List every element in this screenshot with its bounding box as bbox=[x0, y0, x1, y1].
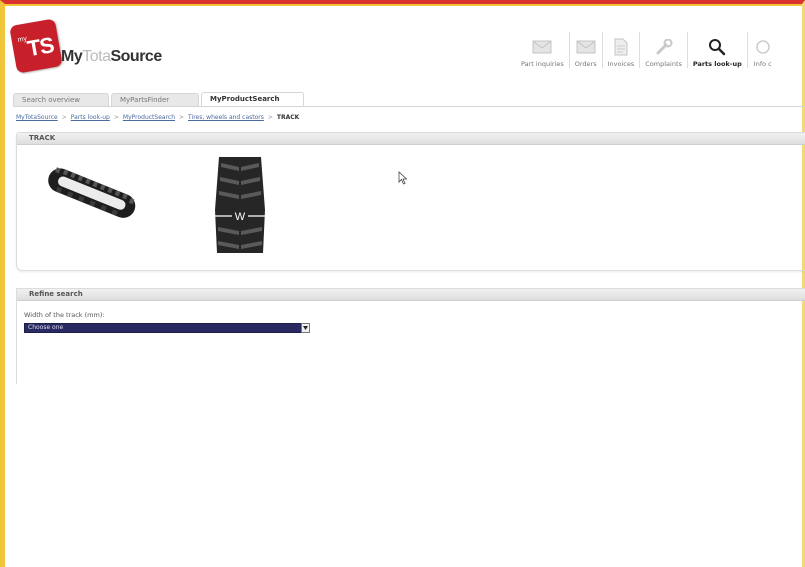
search-tabs: Search overview MyPartsFinder MyProductS… bbox=[13, 92, 306, 106]
breadcrumb-separator: > bbox=[179, 114, 185, 121]
track-panel-title: TRACK bbox=[17, 133, 805, 145]
logo-wordmark: MyTotaSource bbox=[61, 48, 162, 66]
nav-invoices-label: Invoices bbox=[607, 60, 635, 68]
info-icon bbox=[753, 39, 773, 55]
nav-invoices[interactable]: Invoices bbox=[601, 32, 640, 68]
tab-mypartsfinder[interactable]: MyPartsFinder bbox=[111, 93, 199, 106]
track-width-label: Width of the track (mm): bbox=[24, 311, 105, 319]
nav-parts-look-up[interactable]: Parts look-up bbox=[686, 32, 747, 68]
search-icon bbox=[707, 39, 727, 56]
breadcrumb-link-home[interactable]: MyTotaSource bbox=[16, 114, 58, 121]
refine-search-title: Refine search bbox=[17, 289, 805, 301]
logo-badge: my TS bbox=[9, 18, 63, 74]
tab-search-overview[interactable]: Search overview bbox=[13, 93, 109, 106]
breadcrumb-separator: > bbox=[267, 114, 273, 121]
logo-badge-text: TS bbox=[25, 32, 56, 62]
breadcrumb-separator: > bbox=[113, 114, 119, 121]
nav-info[interactable]: Info c bbox=[746, 32, 778, 68]
nav-info-label: Info c bbox=[753, 60, 772, 68]
nav-part-inquiries[interactable]: Part inquiries bbox=[516, 32, 569, 68]
chevron-down-icon[interactable] bbox=[301, 323, 310, 333]
mytotasource-logo[interactable]: my TS MyTotaSource bbox=[9, 18, 162, 74]
top-navigation: Part inquiries Orders Invoices Complaint… bbox=[516, 32, 778, 72]
nav-orders[interactable]: Orders bbox=[568, 32, 602, 68]
wrench-icon bbox=[654, 39, 674, 55]
nav-part-inquiries-label: Part inquiries bbox=[521, 60, 564, 68]
track-width-image[interactable]: W bbox=[205, 155, 275, 255]
breadcrumb-link-tires-wheels-castors[interactable]: Tires, wheels and castors bbox=[188, 114, 264, 121]
breadcrumb-link-parts-look-up[interactable]: Parts look-up bbox=[71, 114, 110, 121]
track-width-select-value: Choose one bbox=[28, 324, 64, 331]
track-side-image[interactable] bbox=[41, 157, 141, 233]
envelope-icon bbox=[576, 39, 596, 55]
nav-complaints-label: Complaints bbox=[645, 60, 682, 68]
window-frame bbox=[0, 0, 805, 567]
track-panel: TRACK W bbox=[16, 132, 805, 271]
breadcrumb-link-myproductsearch[interactable]: MyProductSearch bbox=[123, 114, 175, 121]
refine-search-panel: Refine search Width of the track (mm): C… bbox=[16, 288, 805, 384]
nav-parts-look-up-label: Parts look-up bbox=[692, 60, 742, 68]
logo-word-prefix: My bbox=[61, 48, 83, 65]
breadcrumb: MyTotaSource > Parts look-up > MyProductSear… bbox=[16, 114, 299, 121]
width-marker-label: W bbox=[235, 211, 246, 223]
tab-divider bbox=[13, 106, 805, 107]
breadcrumb-current: TRACK bbox=[276, 114, 300, 121]
document-icon bbox=[611, 38, 631, 56]
breadcrumb-separator: > bbox=[61, 114, 67, 121]
envelope-icon bbox=[532, 39, 552, 55]
nav-orders-label: Orders bbox=[574, 60, 597, 68]
track-width-select[interactable]: Choose one bbox=[24, 323, 310, 333]
logo-word-bold: Source bbox=[110, 48, 162, 65]
mouse-cursor-icon bbox=[398, 170, 408, 185]
nav-complaints[interactable]: Complaints bbox=[639, 32, 687, 68]
tab-myproductsearch[interactable]: MyProductSearch bbox=[201, 92, 304, 106]
logo-word-light: Tota bbox=[82, 48, 111, 65]
